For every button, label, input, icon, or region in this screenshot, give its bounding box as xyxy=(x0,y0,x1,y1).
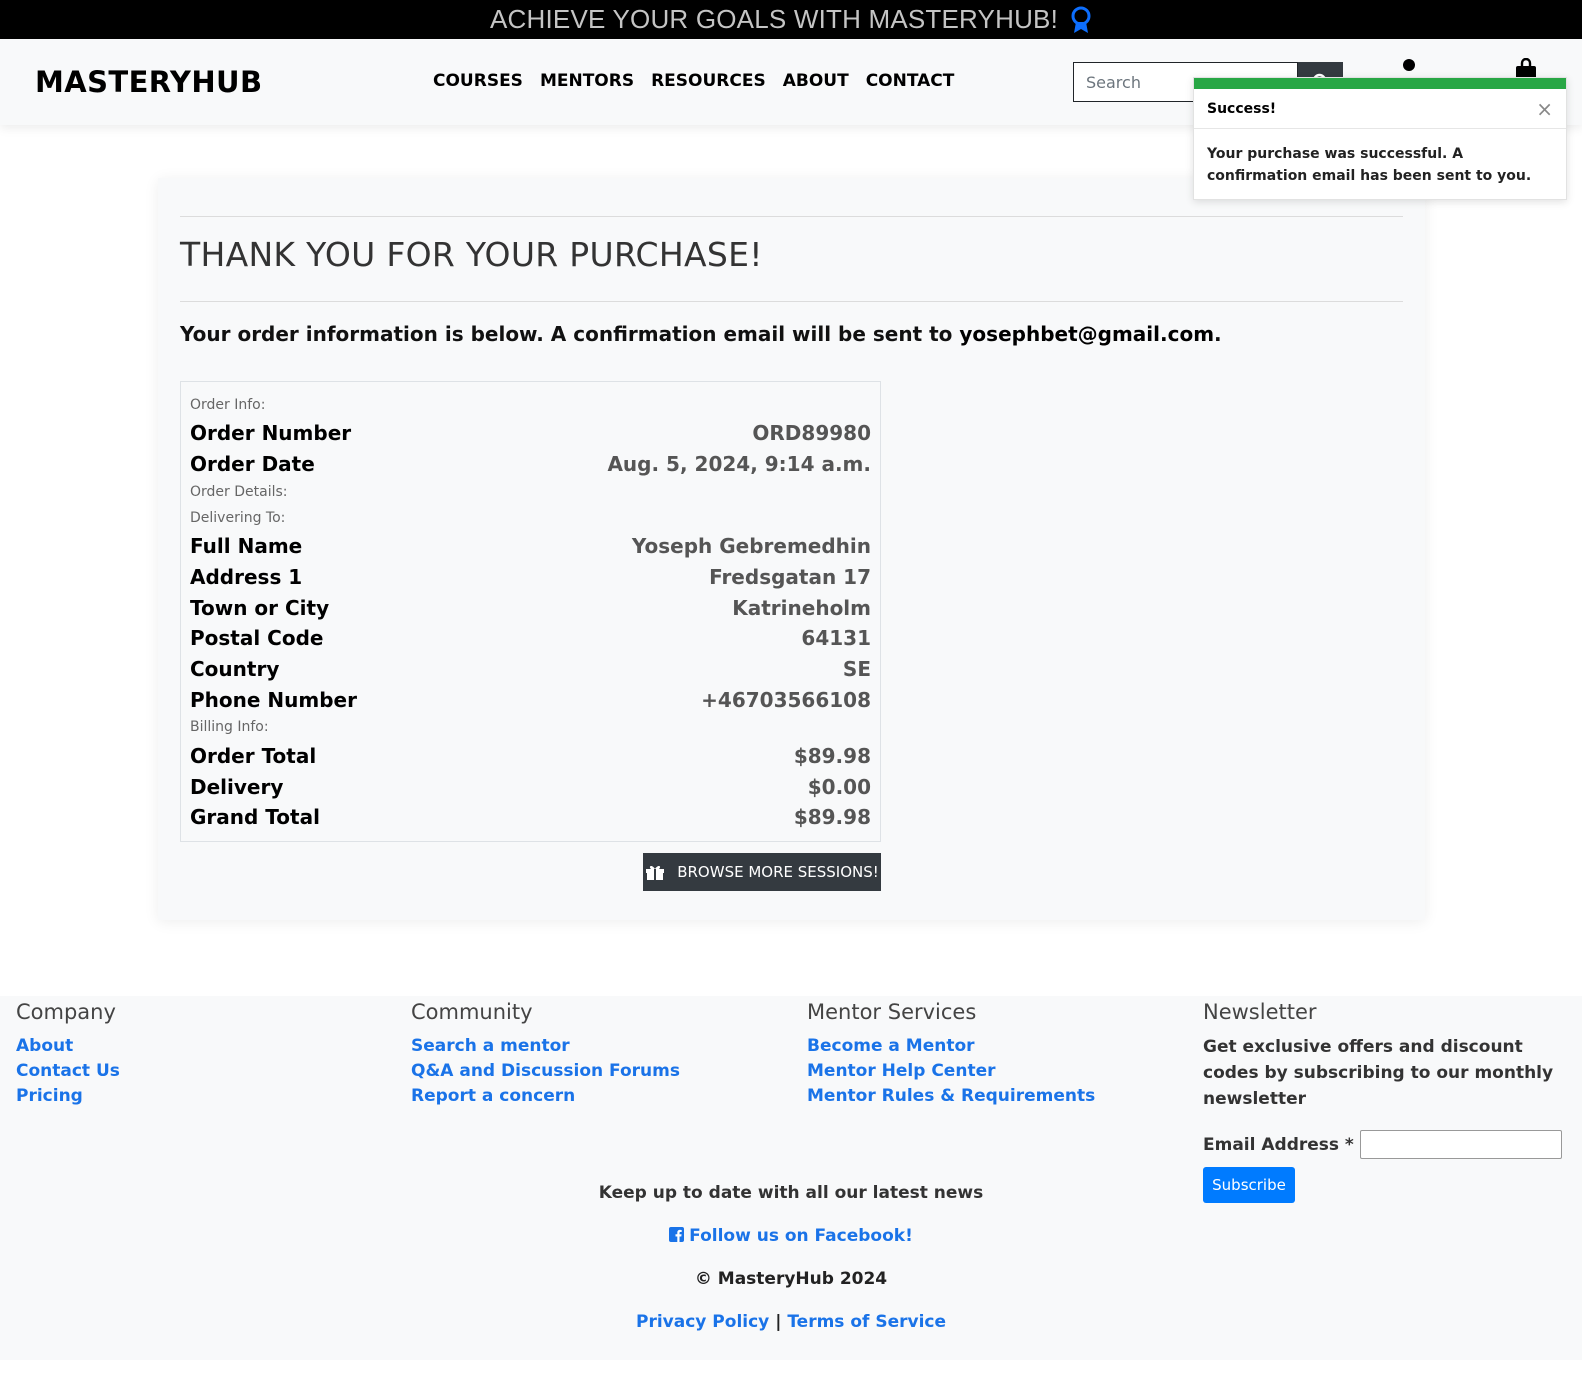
grand-total-value: $89.98 xyxy=(793,805,871,829)
footer-link-become-mentor[interactable]: Become a Mentor xyxy=(807,1034,1095,1059)
order-details-label: Order Details: xyxy=(190,484,288,500)
footer-company-title: Company xyxy=(16,1000,116,1024)
grand-total-label: Grand Total xyxy=(190,805,320,829)
footer-link-report-concern[interactable]: Report a concern xyxy=(411,1084,680,1109)
checkout-success-card: THANK YOU FOR YOUR PURCHASE! Your order … xyxy=(158,178,1425,920)
award-ribbon-icon xyxy=(1071,6,1091,33)
newsletter-email-field[interactable] xyxy=(1359,1130,1562,1159)
site-footer: Company About Contact Us Pricing Communi… xyxy=(0,996,1582,1360)
gift-icon xyxy=(646,865,665,880)
order-number-value: ORD89980 xyxy=(752,421,871,445)
close-icon[interactable]: × xyxy=(1536,99,1553,119)
news-text: Keep up to date with all our latest news xyxy=(598,1183,984,1203)
town-label: Town or City xyxy=(190,596,330,620)
footer-link-mentor-rules[interactable]: Mentor Rules & Requirements xyxy=(807,1084,1095,1109)
footer-link-contact[interactable]: Contact Us xyxy=(16,1059,120,1084)
footer-link-search-mentor[interactable]: Search a mentor xyxy=(411,1034,680,1059)
order-date-value: Aug. 5, 2024, 9:14 a.m. xyxy=(607,452,871,476)
postal-code-value: 64131 xyxy=(801,626,871,650)
intro-suffix: . xyxy=(1214,322,1222,346)
nav-courses[interactable]: COURSES xyxy=(433,71,523,91)
divider xyxy=(180,301,1403,302)
confirmation-email: yosephbet@gmail.com xyxy=(959,322,1215,346)
facebook-link-row: Follow us on Facebook! xyxy=(0,1226,1582,1246)
postal-code-label: Postal Code xyxy=(190,626,324,650)
confirmation-intro: Your order information is below. A confi… xyxy=(180,322,1222,346)
toast-title: Success! xyxy=(1207,100,1277,117)
copyright: © MasteryHub 2024 xyxy=(694,1269,888,1289)
order-summary: Order Info: Order Number ORD89980 Order … xyxy=(180,381,881,842)
order-info-label: Order Info: xyxy=(190,397,266,413)
town-value: Katrineholm xyxy=(732,596,871,620)
newsletter-email-row: Email Address * xyxy=(1203,1130,1573,1159)
privacy-policy-link[interactable]: Privacy Policy xyxy=(636,1312,769,1332)
full-name-value: Yoseph Gebremedhin xyxy=(631,534,871,558)
order-number-label: Order Number xyxy=(190,421,352,445)
email-label: Email Address * xyxy=(1203,1134,1354,1155)
nav-resources[interactable]: RESOURCES xyxy=(651,71,766,91)
billing-info-label: Billing Info: xyxy=(190,719,269,735)
address1-label: Address 1 xyxy=(190,565,303,589)
footer-mentor-services: Mentor Services Become a Mentor Mentor H… xyxy=(807,996,1095,1109)
toast-header: Success! × xyxy=(1194,89,1566,129)
delivery-label: Delivery xyxy=(190,775,284,799)
nav-mentors[interactable]: MENTORS xyxy=(540,71,634,91)
promo-text: ACHIEVE YOUR GOALS WITH MASTERYHUB! xyxy=(489,4,1059,34)
footer-newsletter-title: Newsletter xyxy=(1203,1000,1317,1024)
facebook-link-label: Follow us on Facebook! xyxy=(689,1226,913,1246)
toast-accent-bar xyxy=(1194,78,1566,89)
phone-value: +46703566108 xyxy=(701,688,871,712)
nav-contact[interactable]: CONTACT xyxy=(866,71,955,91)
newsletter-description: Get exclusive offers and discount codes … xyxy=(1203,1037,1554,1109)
divider xyxy=(180,216,1403,217)
browse-sessions-button[interactable]: BROWSE MORE SESSIONS! xyxy=(643,853,881,891)
main-nav: COURSES MENTORS RESOURCES ABOUT CONTACT xyxy=(433,71,971,91)
delivering-to-label: Delivering To: xyxy=(190,510,286,526)
terms-of-service-link[interactable]: Terms of Service xyxy=(787,1312,946,1332)
footer-link-forums[interactable]: Q&A and Discussion Forums xyxy=(411,1059,680,1084)
delivery-value: $0.00 xyxy=(807,775,871,799)
browse-sessions-label: BROWSE MORE SESSIONS! xyxy=(677,863,879,881)
footer-mentor-services-title: Mentor Services xyxy=(807,1000,977,1024)
toast-message: Your purchase was successful. A confirma… xyxy=(1207,146,1532,184)
address1-value: Fredsgatan 17 xyxy=(709,565,871,589)
legal-separator: | xyxy=(775,1312,782,1332)
order-total-value: $89.98 xyxy=(793,744,871,768)
country-label: Country xyxy=(190,657,280,681)
order-date-label: Order Date xyxy=(190,452,315,476)
intro-text: Your order information is below. A confi… xyxy=(180,322,960,346)
footer-company: Company About Contact Us Pricing xyxy=(16,996,120,1109)
footer-newsletter: Newsletter Get exclusive offers and disc… xyxy=(1203,996,1573,1203)
full-name-label: Full Name xyxy=(190,534,303,558)
success-toast: Success! × Your purchase was successful.… xyxy=(1193,77,1567,200)
country-value: SE xyxy=(842,657,871,681)
promo-banner: ACHIEVE YOUR GOALS WITH MASTERYHUB! xyxy=(0,0,1582,39)
footer-link-mentor-help[interactable]: Mentor Help Center xyxy=(807,1059,1095,1084)
facebook-link[interactable]: Follow us on Facebook! xyxy=(669,1226,913,1246)
footer-link-about[interactable]: About xyxy=(16,1034,120,1059)
phone-label: Phone Number xyxy=(190,688,357,712)
legal-links: Privacy Policy | Terms of Service xyxy=(0,1312,1582,1332)
footer-community-title: Community xyxy=(411,1000,533,1024)
facebook-icon xyxy=(669,1227,685,1242)
order-total-label: Order Total xyxy=(190,744,317,768)
footer-community: Community Search a mentor Q&A and Discus… xyxy=(411,996,680,1109)
footer-link-pricing[interactable]: Pricing xyxy=(16,1084,120,1109)
brand-logo[interactable]: MASTERYHUB xyxy=(35,65,262,99)
page-title: THANK YOU FOR YOUR PURCHASE! xyxy=(180,235,763,274)
nav-about[interactable]: ABOUT xyxy=(783,71,849,91)
